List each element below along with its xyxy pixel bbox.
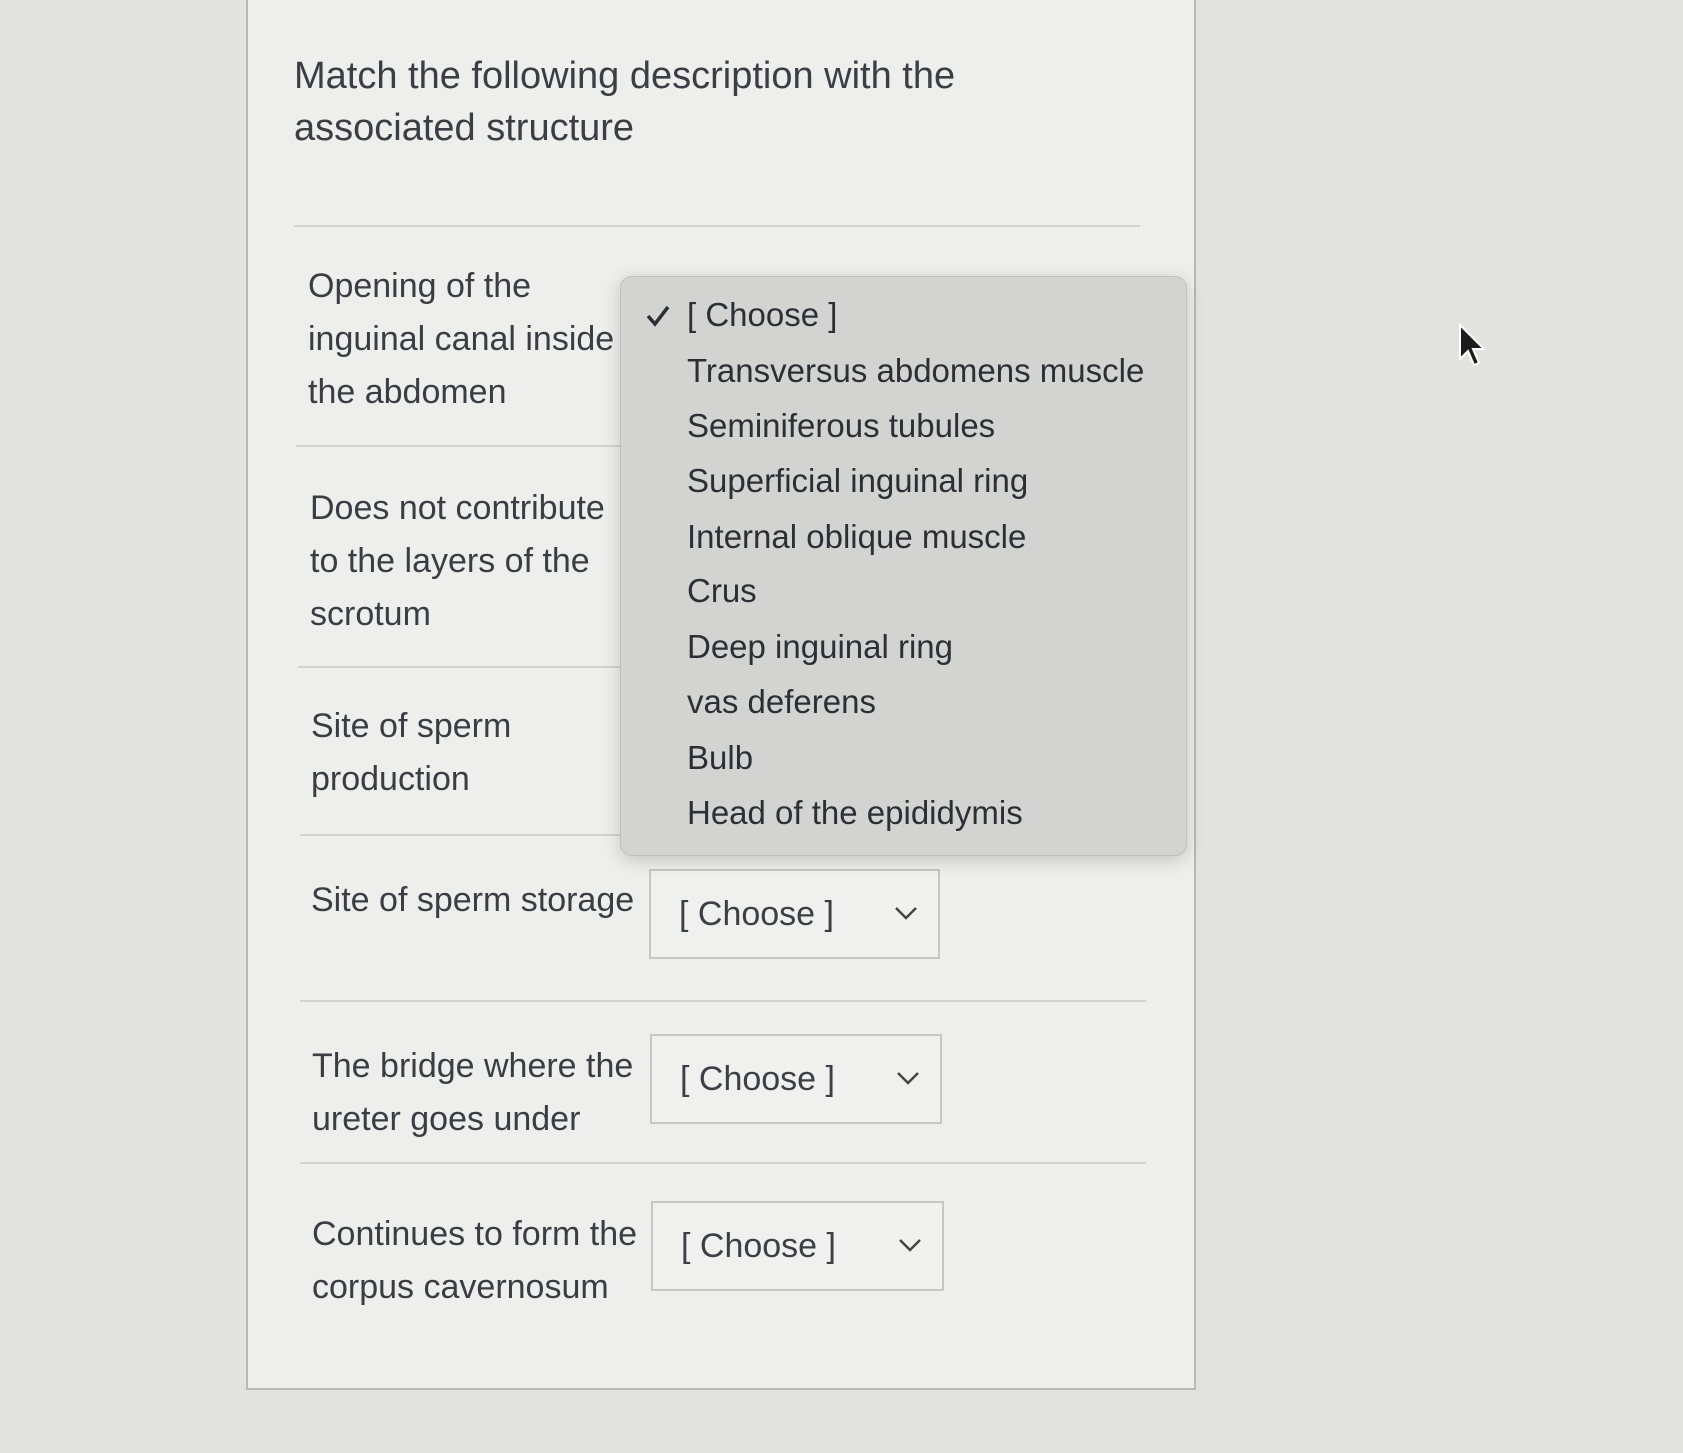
- option-label: [ Choose ]: [687, 296, 838, 333]
- checkmark-icon: [646, 305, 670, 327]
- description-line: The bridge where the: [312, 1047, 634, 1085]
- description-opening-inguinal-canal: Opening of the inguinal canal inside the…: [308, 260, 614, 419]
- divider: [294, 225, 1140, 227]
- description-sperm-storage: Site of sperm storage: [311, 874, 634, 927]
- description-line: scrotum: [310, 595, 431, 633]
- divider: [298, 666, 638, 668]
- description-line: corpus cavernosum: [312, 1268, 609, 1306]
- description-ureter-bridge: The bridge where the ureter goes under: [312, 1040, 633, 1146]
- description-line: the abdomen: [308, 373, 507, 411]
- select-ureter-bridge[interactable]: [ Choose ]: [650, 1034, 942, 1124]
- divider: [296, 445, 636, 447]
- select-sperm-storage[interactable]: [ Choose ]: [649, 869, 940, 959]
- description-line: Site of sperm storage: [311, 881, 635, 919]
- divider: [300, 1000, 1146, 1002]
- dropdown-option[interactable]: Deep inguinal ring: [687, 625, 953, 669]
- description-line: Continues to form the: [312, 1215, 638, 1253]
- dropdown-option[interactable]: vas deferens: [687, 680, 876, 724]
- description-line: Site of sperm: [311, 707, 512, 745]
- dropdown-option[interactable]: Bulb: [687, 736, 753, 780]
- description-line: Does not contribute: [310, 489, 605, 527]
- chevron-down-icon: [899, 1239, 921, 1252]
- description-line: inguinal canal inside: [308, 320, 615, 358]
- description-sperm-production: Site of sperm production: [311, 700, 511, 806]
- description-line: production: [311, 760, 470, 798]
- select-corpus-cavernosum[interactable]: [ Choose ]: [651, 1201, 944, 1291]
- question-line-1: Match the following description with the: [294, 55, 956, 97]
- dropdown-option[interactable]: Transversus abdomens muscle: [687, 349, 1144, 393]
- mouse-pointer-icon: [1459, 323, 1487, 367]
- chevron-down-icon: [895, 907, 917, 920]
- select-value: [ Choose ]: [679, 895, 834, 933]
- divider: [300, 834, 640, 836]
- dropdown-option[interactable]: Superficial inguinal ring: [687, 459, 1028, 503]
- description-line: ureter goes under: [312, 1100, 581, 1138]
- dropdown-option[interactable]: Seminiferous tubules: [687, 404, 995, 448]
- description-corpus-cavernosum: Continues to form the corpus cavernosum: [312, 1208, 637, 1314]
- question-line-2: associated structure: [294, 107, 635, 149]
- description-not-scrotum-layers: Does not contribute to the layers of the…: [310, 482, 605, 641]
- dropdown-option[interactable]: Internal oblique muscle: [687, 515, 1026, 559]
- question-title: Match the following description with the…: [294, 50, 1034, 154]
- description-line: Opening of the: [308, 267, 532, 305]
- chevron-down-icon: [897, 1072, 919, 1085]
- select-value: [ Choose ]: [681, 1227, 836, 1265]
- dropdown-option[interactable]: Head of the epididymis: [687, 791, 1023, 835]
- description-line: to the layers of the: [310, 542, 590, 580]
- select-value: [ Choose ]: [680, 1060, 835, 1098]
- dropdown-menu[interactable]: [ Choose ] Transversus abdomens muscle S…: [620, 276, 1187, 856]
- dropdown-option[interactable]: Crus: [687, 569, 757, 613]
- divider: [300, 1162, 1146, 1164]
